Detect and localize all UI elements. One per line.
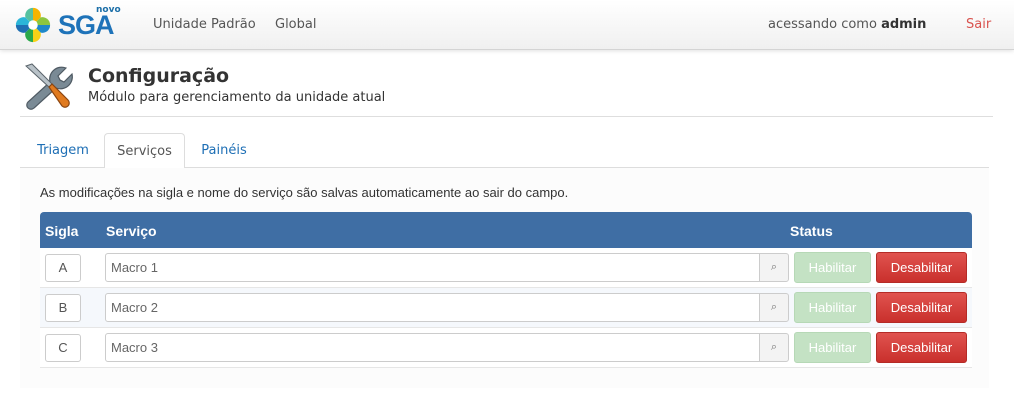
table-row: C Macro 3 ⌕ Habilitar Desabilitar: [40, 328, 972, 368]
table-row: A Macro 1 ⌕ Habilitar Desabilitar: [40, 248, 972, 288]
nav-link-unidade[interactable]: Unidade Padrão: [153, 17, 256, 32]
column-header-status: Status: [790, 223, 833, 239]
info-text: As modificações na sigla e nome do servi…: [40, 185, 569, 200]
user-name: admin: [881, 17, 927, 32]
table-row: B Macro 2 ⌕ Habilitar Desabilitar: [40, 288, 972, 328]
column-header-sigla: Sigla: [45, 223, 79, 239]
enable-button: Habilitar: [794, 292, 871, 323]
sigla-input[interactable]: B: [45, 294, 81, 322]
nav-link-global[interactable]: Global: [275, 17, 316, 32]
services-table: Sigla Serviço Status A Macro 1 ⌕ Habilit…: [40, 212, 972, 368]
disable-button[interactable]: Desabilitar: [876, 332, 967, 363]
enable-button: Habilitar: [794, 332, 871, 363]
sigla-input[interactable]: C: [45, 334, 81, 362]
sga-logo-icon: [15, 7, 51, 43]
servico-input[interactable]: Macro 1: [105, 253, 760, 282]
enable-button: Habilitar: [794, 252, 871, 283]
page-header: Configuração Módulo para gerenciamento d…: [20, 60, 993, 117]
disable-button[interactable]: Desabilitar: [876, 252, 967, 283]
logged-user-info: acessando como admin: [768, 17, 926, 32]
brand-logo-link[interactable]: novo SGA: [14, 4, 121, 46]
search-icon[interactable]: ⌕: [759, 333, 789, 362]
search-icon[interactable]: ⌕: [759, 293, 789, 322]
table-header: Sigla Serviço Status: [40, 212, 972, 248]
tab-triagem[interactable]: Triagem: [20, 133, 106, 168]
disable-button[interactable]: Desabilitar: [876, 292, 967, 323]
search-icon[interactable]: ⌕: [759, 253, 789, 282]
brand-name: SGA: [58, 10, 115, 40]
tab-paineis[interactable]: Painéis: [188, 133, 260, 168]
servico-input[interactable]: Macro 3: [105, 333, 760, 362]
column-header-servico: Serviço: [106, 223, 157, 239]
top-navbar: novo SGA Unidade Padrão Global acessando…: [0, 0, 1014, 50]
tabs-bar: Triagem Serviços Painéis: [20, 133, 989, 169]
sigla-input[interactable]: A: [45, 254, 81, 282]
tools-icon: [25, 63, 73, 110]
page-title: Configuração: [88, 65, 230, 87]
user-prefix: acessando como: [768, 17, 877, 32]
tab-servicos[interactable]: Serviços: [104, 133, 185, 169]
page-subtitle: Módulo para gerenciamento da unidade atu…: [88, 90, 386, 105]
logout-link[interactable]: Sair: [966, 17, 991, 32]
servico-input[interactable]: Macro 2: [105, 293, 760, 322]
